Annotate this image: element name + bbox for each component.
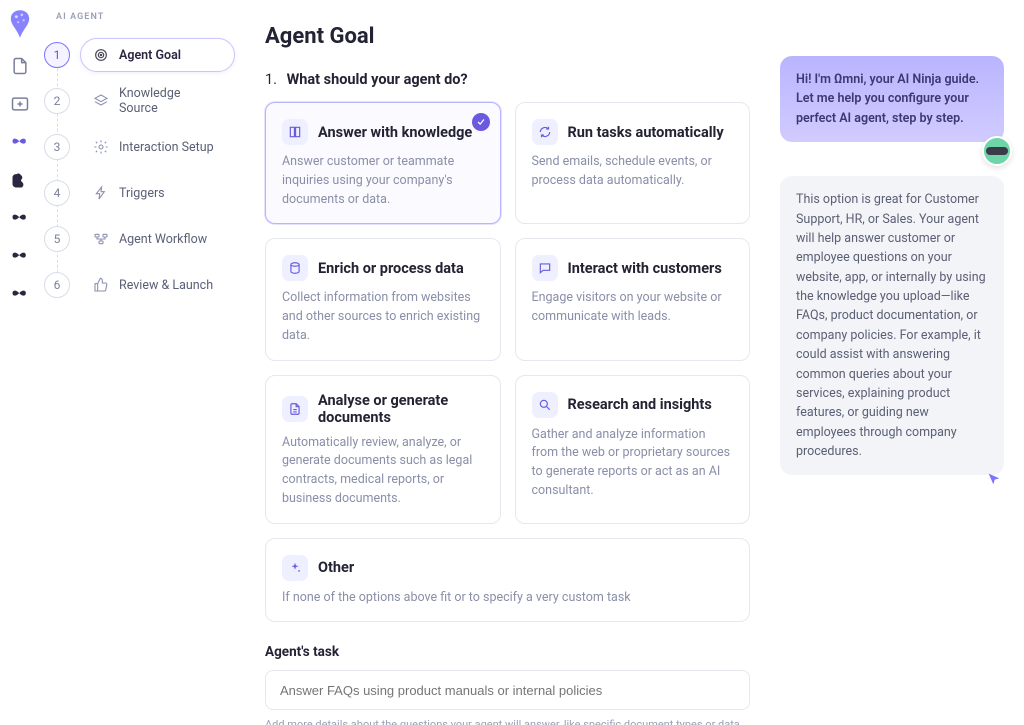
- page-title: Agent Goal: [265, 24, 750, 49]
- option-answer-knowledge[interactable]: Answer with knowledge Answer customer or…: [265, 102, 501, 224]
- rail-nav-doc-icon[interactable]: [10, 56, 30, 76]
- rail-nav-knot3-icon[interactable]: [10, 246, 30, 266]
- sync-icon: [532, 119, 558, 145]
- bolt-icon: [93, 185, 109, 201]
- book-icon: [282, 119, 308, 145]
- assistant-intro-bubble: Hi! I'm Ωmni, your AI Ninja guide. Let m…: [780, 56, 1004, 142]
- rail-nav-knot4-icon[interactable]: [10, 284, 30, 304]
- thumbs-up-icon: [93, 277, 109, 293]
- option-documents[interactable]: Analyse or generate documents Automatica…: [265, 375, 501, 524]
- chat-icon: [532, 255, 558, 281]
- step-interaction-setup[interactable]: 3 Interaction Setup: [44, 130, 235, 164]
- step-label: Interaction Setup: [119, 140, 214, 155]
- option-run-tasks[interactable]: Run tasks automatically Send emails, sch…: [515, 102, 751, 224]
- option-research[interactable]: Research and insights Gather and analyze…: [515, 375, 751, 524]
- rail-nav-knot2-icon[interactable]: [10, 208, 30, 228]
- question-heading: 1. What should your agent do?: [265, 71, 750, 88]
- gear-icon: [93, 139, 109, 155]
- brand-label: AI AGENT: [56, 12, 235, 22]
- step-label: Triggers: [119, 186, 165, 201]
- sparkle-icon: [282, 555, 308, 581]
- agent-task-label: Agent's task: [265, 644, 750, 660]
- step-label: Review & Launch: [119, 278, 213, 293]
- option-enrich-data[interactable]: Enrich or process data Collect informati…: [265, 238, 501, 360]
- icon-rail: [0, 0, 40, 725]
- workflow-icon: [93, 231, 109, 247]
- option-other[interactable]: Other If none of the options above fit o…: [265, 538, 750, 623]
- cursor-icon: [986, 471, 1002, 487]
- database-icon: [282, 255, 308, 281]
- target-icon: [93, 47, 109, 63]
- assistant-panel: Hi! I'm Ωmni, your AI Ninja guide. Let m…: [780, 0, 1024, 725]
- agent-task-hint: Add more details about the questions you…: [265, 718, 750, 725]
- layers-icon: [93, 93, 109, 109]
- step-review-launch[interactable]: 6 Review & Launch: [44, 268, 235, 302]
- step-label: Agent Workflow: [119, 232, 207, 247]
- step-triggers[interactable]: 4 Triggers: [44, 176, 235, 210]
- step-label: Knowledge Source: [119, 86, 222, 116]
- rail-nav-plus-icon[interactable]: [10, 94, 30, 114]
- main-content: Agent Goal 1. What should your agent do?…: [245, 0, 780, 725]
- step-knowledge-source[interactable]: 2 Knowledge Source: [44, 84, 235, 118]
- step-agent-goal[interactable]: 1 Agent Goal: [44, 38, 235, 72]
- ninja-avatar-icon: [982, 136, 1012, 166]
- logo-icon: [9, 10, 31, 38]
- rail-nav-knot-icon[interactable]: [10, 132, 30, 152]
- steps-sidebar: AI AGENT 1 Agent Goal 2 Knowledge Source…: [40, 0, 245, 725]
- rail-nav-muscle-icon[interactable]: [10, 170, 30, 190]
- step-label: Agent Goal: [119, 48, 181, 63]
- doc-icon: [282, 396, 308, 422]
- step-agent-workflow[interactable]: 5 Agent Workflow: [44, 222, 235, 256]
- option-interact-customers[interactable]: Interact with customers Engage visitors …: [515, 238, 751, 360]
- agent-task-input[interactable]: [265, 670, 750, 710]
- check-icon: [472, 113, 490, 131]
- search-icon: [532, 392, 558, 418]
- assistant-reply-bubble: This option is great for Customer Suppor…: [780, 176, 1004, 475]
